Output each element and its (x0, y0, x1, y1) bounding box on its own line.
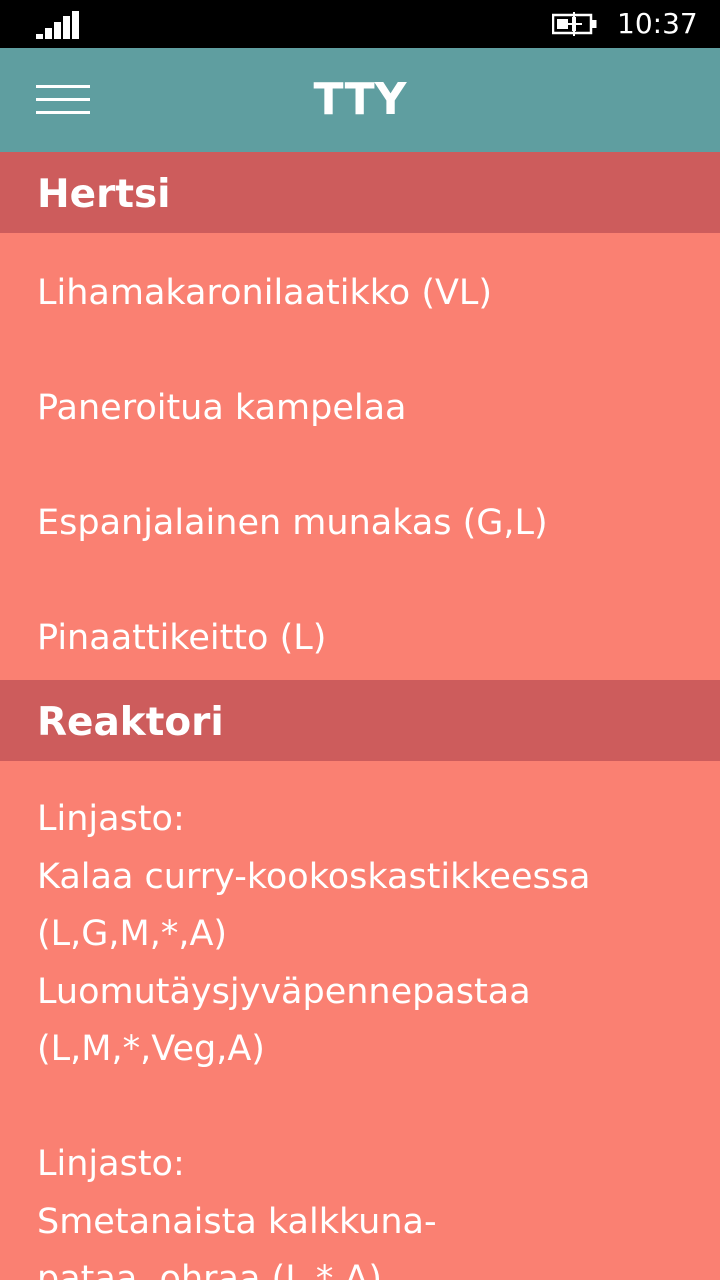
battery-charging-icon (552, 12, 597, 36)
menu-item: Paneroitua kampelaa (37, 388, 407, 428)
status-bar: 10:37 (0, 0, 720, 48)
restaurant-menu-hertsi: Lihamakaronilaatikko (VL) Paneroitua kam… (0, 233, 720, 680)
menu-content[interactable]: Hertsi Lihamakaronilaatikko (VL) Paneroi… (0, 152, 720, 1280)
app-bar: TTY (0, 48, 720, 152)
menu-item: Lihamakaronilaatikko (VL) (37, 273, 493, 313)
clock: 10:37 (617, 7, 698, 40)
app-title: TTY (313, 74, 407, 125)
restaurant-menu-reaktori: Linjasto: Kalaa curry-kookoskastikkeessa… (37, 799, 591, 1280)
restaurant-header-hertsi[interactable]: Hertsi (0, 152, 720, 233)
menu-item: Pinaattikeitto (L) (37, 618, 327, 658)
menu-item: Espanjalainen munakas (G,L) (37, 503, 548, 543)
signal-strength-icon (36, 11, 80, 39)
restaurant-header-reaktori[interactable]: Reaktori (0, 680, 720, 761)
hamburger-menu-icon[interactable] (28, 76, 98, 124)
